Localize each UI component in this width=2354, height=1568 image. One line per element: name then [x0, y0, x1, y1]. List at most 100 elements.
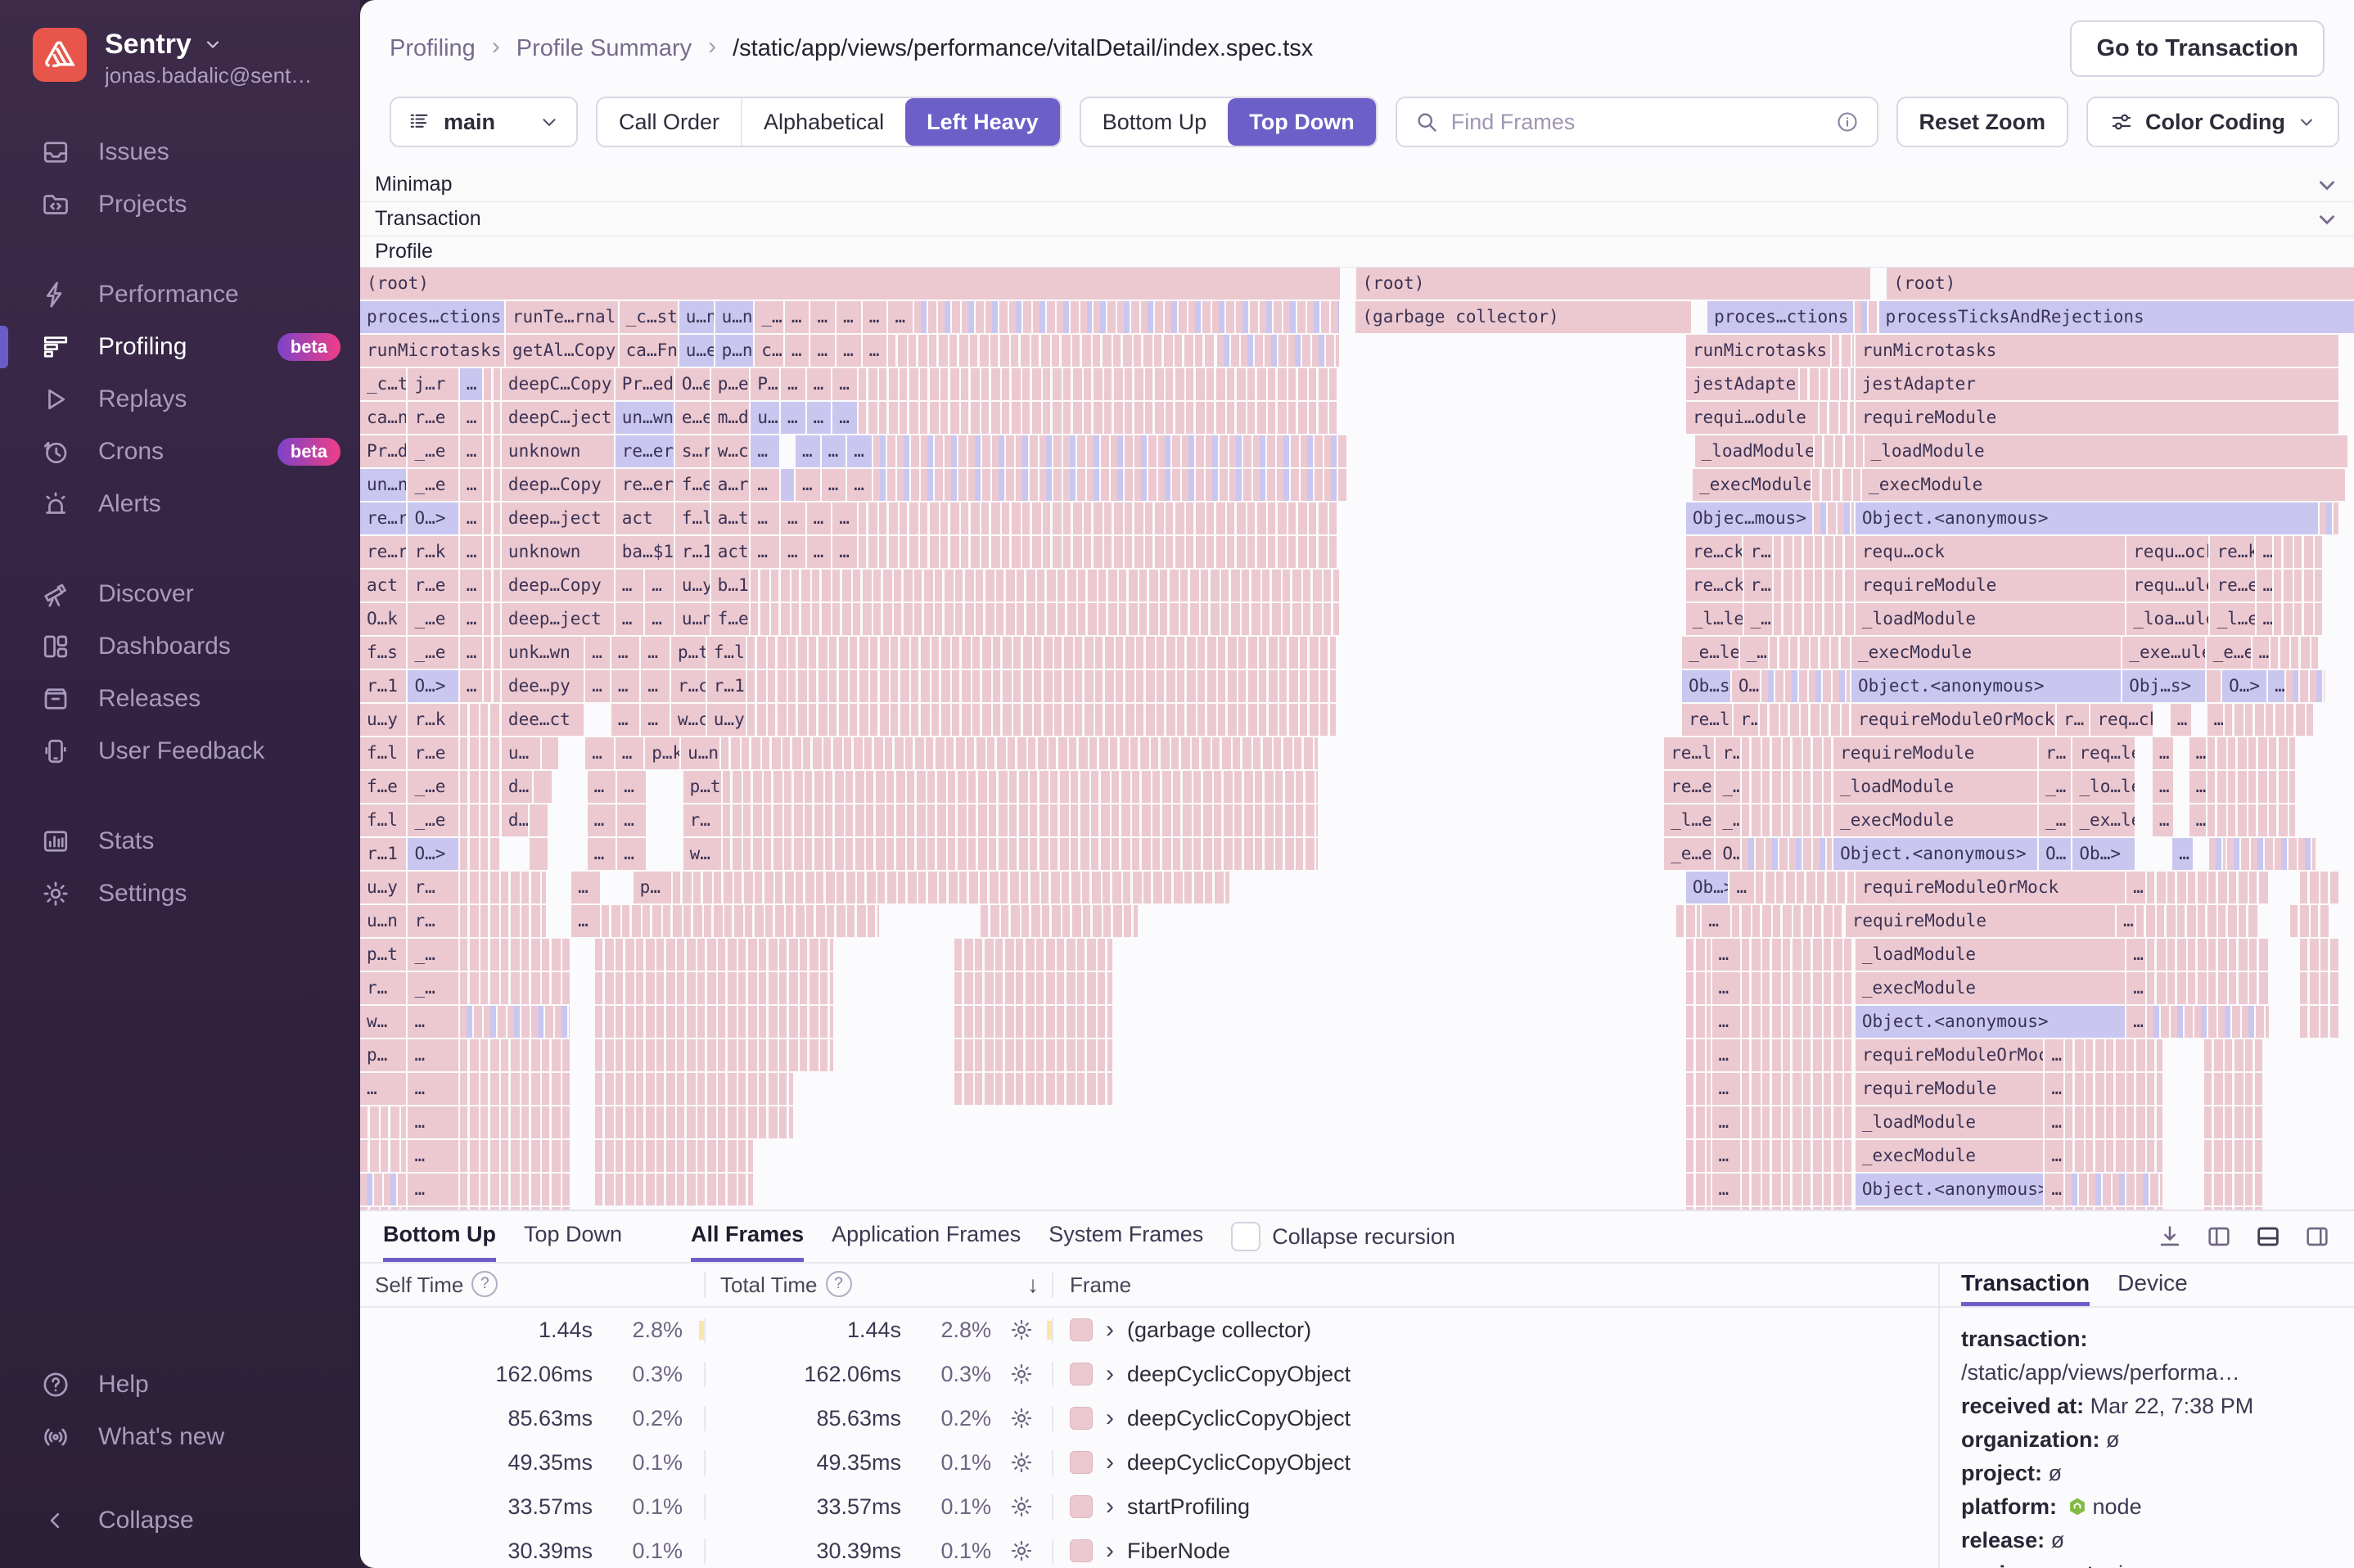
flame-frame[interactable]: u… [502, 737, 542, 771]
flame-frame[interactable]: … [408, 1140, 459, 1174]
tab-top-down[interactable]: Top Down [524, 1211, 622, 1262]
flame-frame[interactable]: requ…ock [1856, 536, 2126, 570]
flame-filler[interactable] [2065, 1039, 2165, 1073]
flame-filler[interactable] [2207, 670, 2222, 704]
flame-filler[interactable] [602, 905, 881, 939]
flame-filler[interactable] [1742, 838, 1833, 872]
flame-frame[interactable]: _…e [408, 469, 459, 502]
flame-filler[interactable] [1686, 972, 1712, 1006]
flame-filler[interactable] [595, 1039, 834, 1073]
flame-filler[interactable] [1732, 905, 1846, 939]
flame-frame[interactable]: … [571, 872, 602, 905]
flame-filler[interactable] [595, 1140, 755, 1174]
sidebar-item-alerts[interactable]: Alerts [0, 478, 360, 530]
flame-frame[interactable]: … [616, 737, 646, 771]
flame-frame[interactable]: deep…Copy [502, 570, 616, 603]
flame-frame[interactable]: … [585, 637, 611, 670]
flame-frame[interactable]: … [2126, 872, 2146, 905]
flame-frame[interactable]: O…k [360, 603, 408, 637]
flame-frame[interactable]: _l…e [2210, 603, 2256, 637]
flame-frame[interactable]: … [2257, 603, 2275, 637]
flame-filler[interactable] [484, 536, 502, 570]
direction-top-down[interactable]: Top Down [1228, 98, 1375, 146]
flame-filler[interactable] [2204, 1073, 2264, 1106]
flame-filler[interactable] [460, 972, 571, 1006]
tab-system-frames[interactable]: System Frames [1048, 1211, 1203, 1262]
flame-frame[interactable]: … [807, 402, 833, 435]
flame-frame[interactable]: Object.<anonymous> [1851, 670, 2122, 704]
flame-frame[interactable]: f…e [360, 771, 408, 804]
flame-frame[interactable]: r… [408, 872, 459, 905]
flame-filler[interactable] [723, 804, 1319, 838]
flame-frame[interactable]: _… [1740, 637, 1770, 670]
flame-frame[interactable]: unknown [502, 435, 616, 469]
flame-frame[interactable]: _…e [408, 603, 459, 637]
flame-frame[interactable]: runMicrotasks [360, 335, 506, 368]
flame-frame[interactable]: … [460, 670, 484, 704]
flame-frame[interactable]: O… [1716, 838, 1742, 872]
flame-frame[interactable]: … [2126, 972, 2146, 1006]
flame-frame[interactable]: p…t [360, 939, 408, 972]
flame-frame[interactable]: runMicrotasks [1856, 335, 2340, 368]
flame-frame[interactable]: … [2171, 704, 2193, 737]
flame-frame[interactable]: re…l [1664, 737, 1716, 771]
flame-filler[interactable] [2147, 1006, 2271, 1039]
flame-frame[interactable]: … [837, 335, 863, 368]
flame-filler[interactable] [1742, 804, 1833, 838]
org-switcher[interactable]: Sentry jonas.badalic@sent… [0, 0, 360, 90]
flame-frame[interactable]: … [822, 469, 848, 502]
flame-frame[interactable]: r… [2039, 737, 2072, 771]
flame-filler[interactable] [2274, 603, 2324, 637]
flame-frame[interactable]: u…n [360, 905, 408, 939]
flame-frame[interactable]: dee…ct [502, 704, 585, 737]
flame-filler[interactable] [2204, 1039, 2264, 1073]
table-row[interactable]: 49.35ms0.1%49.35ms0.1%›deepCyclicCopyObj… [360, 1440, 1938, 1485]
flame-filler[interactable] [542, 737, 560, 771]
flame-frame[interactable]: ca…n [360, 402, 408, 435]
flame-frame[interactable]: requireModule [1856, 570, 2126, 603]
flame-frame[interactable]: … [847, 469, 873, 502]
expand-chevron-icon[interactable]: › [1106, 1362, 1114, 1386]
flame-frame[interactable]: _e…le [1682, 637, 1740, 670]
flame-frame[interactable]: _loa…ule [2126, 603, 2210, 637]
flame-frame[interactable]: r… [1744, 570, 1775, 603]
flame-filler[interactable] [1742, 939, 1856, 972]
flame-filler[interactable] [673, 872, 1231, 905]
flame-frame[interactable]: … [2172, 838, 2194, 872]
flame-frame[interactable]: re…er [616, 435, 675, 469]
flame-frame[interactable]: … [616, 603, 646, 637]
flame-frame[interactable]: … [1712, 1073, 1743, 1106]
flame-frame[interactable]: re…e [1664, 771, 1716, 804]
flame-frame[interactable]: … [645, 570, 675, 603]
flame-frame[interactable]: _… [2039, 804, 2072, 838]
sidebar-item-crons[interactable]: Cronsbeta [0, 426, 360, 478]
flame-frame[interactable]: P… [751, 368, 781, 402]
flame-filler[interactable] [2300, 972, 2340, 1006]
flame-filler[interactable] [460, 1006, 571, 1039]
flame-filler[interactable] [2204, 1174, 2264, 1207]
flame-frame[interactable]: c… [755, 335, 785, 368]
flame-frame[interactable]: req…le [2072, 737, 2136, 771]
flame-filler[interactable] [1761, 670, 1851, 704]
flame-filler[interactable] [1686, 1006, 1712, 1039]
sorting-alphabetical[interactable]: Alphabetical [741, 98, 905, 146]
flame-filler[interactable] [723, 838, 1319, 872]
flame-filler[interactable] [1742, 1174, 1856, 1207]
flame-frame[interactable]: u…n [675, 603, 711, 637]
flame-frame[interactable]: … [645, 603, 675, 637]
flame-frame[interactable]: requireModule [1856, 1073, 2045, 1106]
frame-settings-button[interactable] [991, 1450, 1052, 1475]
flame-frame[interactable]: deep…ject [502, 502, 616, 536]
sidebar-item-profiling[interactable]: Profilingbeta [0, 321, 360, 373]
flame-frame[interactable]: … [611, 670, 642, 704]
flame-frame[interactable]: … [2126, 1006, 2146, 1039]
expand-chevron-icon[interactable]: › [1106, 1539, 1114, 1563]
flame-frame[interactable]: … [785, 335, 811, 368]
tab-all-frames[interactable]: All Frames [691, 1211, 804, 1262]
flame-frame[interactable]: … [1712, 1006, 1743, 1039]
flame-frame[interactable]: … [588, 838, 618, 872]
flame-filler[interactable] [1742, 1006, 1856, 1039]
flame-filler[interactable] [360, 1140, 408, 1174]
flame-frame[interactable]: … [585, 737, 616, 771]
flame-frame[interactable]: f…l [675, 502, 711, 536]
